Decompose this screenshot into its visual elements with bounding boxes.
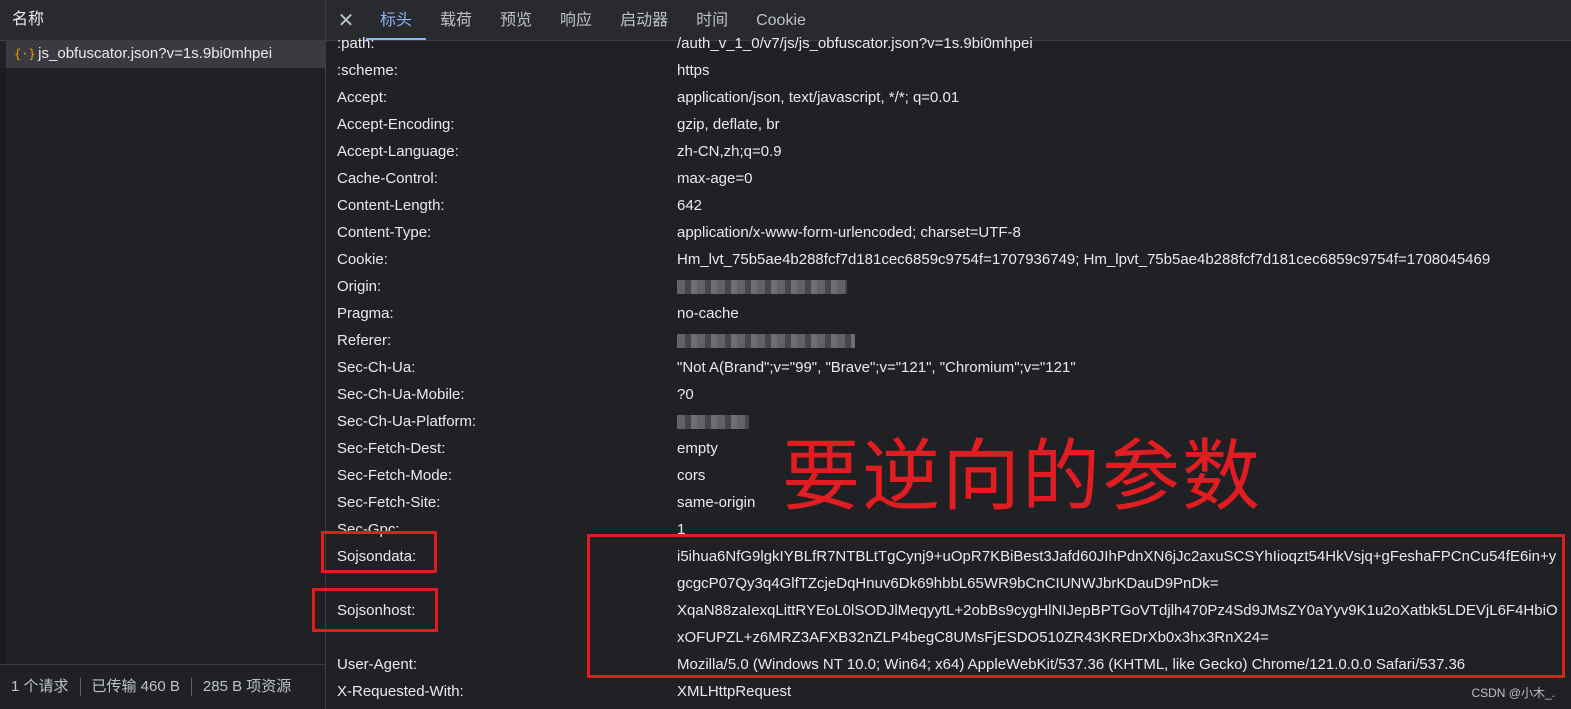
header-key: Content-Type: (337, 224, 432, 241)
details-panel: ✕ 标头 载荷 预览 响应 启动器 时间 Cookie :path:/auth_… (312, 0, 1571, 709)
resource-size: 285 B 项资源 (202, 678, 292, 695)
header-value[interactable]: "Not A(Brand";v="99", "Brave";v="121", "… (677, 354, 1076, 381)
header-key: Content-Length: (337, 197, 445, 214)
redacted-value (677, 415, 749, 430)
header-value[interactable]: application/json, text/javascript, */*; … (677, 84, 959, 111)
header-value[interactable]: ?0 (677, 381, 694, 408)
redacted-value (677, 334, 855, 349)
header-value[interactable]: no-cache (677, 300, 739, 327)
header-key: Accept: (337, 89, 388, 106)
header-row: Accept: application/json, text/javascript… (326, 84, 1571, 111)
annotation-box-sojsondata (321, 531, 437, 573)
annotation-box-values (587, 534, 1565, 678)
header-row: Accept-Language: zh-CN,zh;q=0.9 (326, 138, 1571, 165)
header-key: X-Requested-With: (337, 683, 464, 700)
header-key: Pragma: (337, 305, 394, 322)
header-key: Cookie: (337, 251, 388, 268)
header-key: User-Agent: (337, 656, 418, 673)
header-row: Cookie: Hm_lvt_75b5ae4b288fcf7d181cec6859… (326, 246, 1571, 273)
header-key: Sec-Fetch-Mode: (337, 467, 453, 484)
header-key: Sec-Ch-Ua-Platform: (337, 413, 477, 430)
header-row: Cache-Control: max-age=0 (326, 165, 1571, 192)
name-column-header[interactable]: 名称 (0, 0, 325, 41)
header-value[interactable]: https (677, 57, 710, 84)
annotation-label: 要逆向的参数 (782, 432, 1263, 522)
header-value[interactable]: zh-CN,zh;q=0.9 (677, 138, 782, 165)
header-value[interactable]: 642 (677, 192, 702, 219)
header-key: Accept-Language: (337, 143, 459, 160)
header-value[interactable]: empty (677, 435, 718, 462)
header-value[interactable]: same-origin (677, 489, 755, 516)
header-value[interactable]: max-age=0 (677, 165, 752, 192)
header-row: Accept-Encoding: gzip, deflate, br (326, 111, 1571, 138)
json-file-icon: {·} (14, 47, 36, 61)
header-row: Content-Type: application/x-www-form-urle… (326, 219, 1571, 246)
header-value[interactable]: /auth_v_1_0/v7/js/js_obfuscator.json?v=1… (677, 30, 1033, 57)
watermark: CSDN @小木_. (1471, 686, 1555, 700)
header-row: :scheme: https (326, 57, 1571, 84)
header-value[interactable] (677, 327, 855, 354)
request-list-panel: 名称 {·} js_obfuscator.json?v=1s.9bi0mhpei… (0, 0, 326, 709)
header-value[interactable]: gzip, deflate, br (677, 111, 780, 138)
header-key: Sec-Ch-Ua: (337, 359, 416, 376)
header-value[interactable] (677, 273, 847, 300)
header-value[interactable] (677, 408, 749, 435)
header-key: :scheme: (337, 62, 398, 79)
transferred-size: 已传输 460 B (81, 678, 192, 696)
header-key: Sec-Fetch-Dest: (337, 440, 446, 457)
header-row: Content-Length: 642 (326, 192, 1571, 219)
close-icon[interactable]: ✕ (326, 8, 366, 33)
request-name: js_obfuscator.json?v=1s.9bi0mhpei (38, 45, 273, 62)
header-value[interactable]: application/x-www-form-urlencoded; chars… (677, 219, 1021, 246)
request-count: 1 个请求 (0, 678, 81, 696)
header-key: Origin: (337, 278, 382, 295)
header-row: Sec-Ch-Ua: "Not A(Brand";v="99", "Brave";… (326, 354, 1571, 381)
status-bar: 1 个请求 已传输 460 B 285 B 项资源 (0, 664, 325, 709)
header-row: Referer: (326, 327, 1571, 354)
header-key: Referer: (337, 332, 392, 349)
header-key: Accept-Encoding: (337, 116, 455, 133)
header-key: Sec-Fetch-Site: (337, 494, 441, 511)
header-value[interactable]: Hm_lvt_75b5ae4b288fcf7d181cec6859c9754f=… (677, 246, 1490, 273)
header-row: Pragma: no-cache (326, 300, 1571, 327)
redacted-value (677, 280, 847, 295)
list-gutter (0, 68, 6, 665)
request-item[interactable]: {·} js_obfuscator.json?v=1s.9bi0mhpei (6, 40, 325, 68)
header-key: Sec-Ch-Ua-Mobile: (337, 386, 465, 403)
header-row: Origin: (326, 273, 1571, 300)
header-key: :path: (337, 35, 375, 52)
header-key: Cache-Control: (337, 170, 438, 187)
header-value[interactable]: XMLHttpRequest (677, 678, 791, 705)
header-value[interactable]: cors (677, 462, 705, 489)
header-row: :path: /auth_v_1_0/v7/js/js_obfuscator.js… (326, 30, 1571, 57)
header-row: X-Requested-With: XMLHttpRequest (326, 678, 1571, 705)
header-row: Sec-Ch-Ua-Mobile: ?0 (326, 381, 1571, 408)
annotation-box-sojsonhost (312, 588, 438, 632)
